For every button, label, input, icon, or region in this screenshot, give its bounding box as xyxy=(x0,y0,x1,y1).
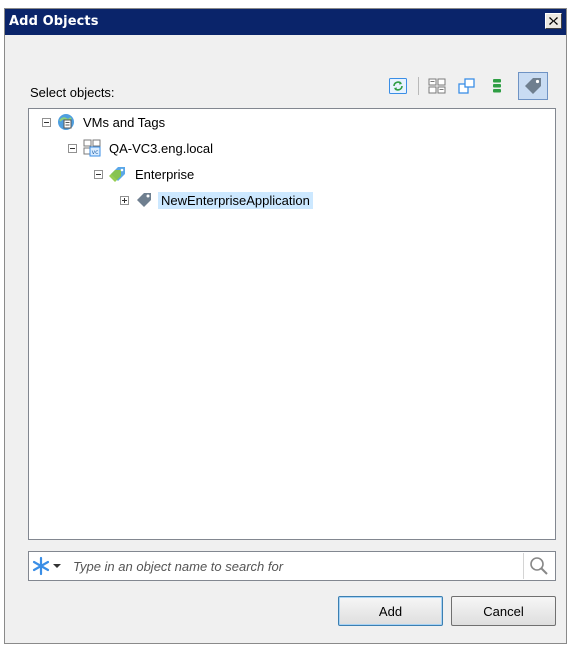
add-objects-dialog: Add Objects Select objects: VMs and Tags… xyxy=(4,8,567,644)
dialog-title: Add Objects xyxy=(9,14,99,29)
tree-node-label-selected: NewEnterpriseApplication xyxy=(158,191,313,209)
datastores-button[interactable] xyxy=(484,73,510,99)
refresh-icon xyxy=(389,78,407,94)
asterisk-icon xyxy=(32,556,50,576)
close-icon xyxy=(549,17,558,25)
tag-icon xyxy=(135,191,153,209)
tree-node-label: QA-VC3.eng.local xyxy=(109,140,214,156)
search-input[interactable] xyxy=(73,556,503,576)
search-box xyxy=(28,551,556,581)
search-button[interactable] xyxy=(523,553,554,579)
vms-and-tags-button[interactable] xyxy=(518,72,548,100)
tag-category-icon xyxy=(109,165,127,183)
view-toolbar xyxy=(381,72,556,103)
vms-and-tags-icon xyxy=(525,78,541,94)
refresh-button[interactable] xyxy=(385,73,411,99)
tree-node-enterprise[interactable]: Enterprise xyxy=(94,163,197,185)
vms-and-templates-button[interactable] xyxy=(454,73,480,99)
collapse-toggle[interactable] xyxy=(68,143,77,153)
hosts-and-clusters-button[interactable] xyxy=(424,73,450,99)
select-objects-label: Select objects: xyxy=(30,85,115,100)
vms-and-tags-root-icon xyxy=(57,113,75,131)
collapse-toggle[interactable] xyxy=(42,117,51,127)
cancel-button[interactable]: Cancel xyxy=(451,596,556,626)
hosts-and-clusters-icon xyxy=(428,78,446,94)
toolbar-separator xyxy=(418,77,419,95)
tree-node-new-enterprise-application[interactable]: NewEnterpriseApplication xyxy=(120,189,313,211)
chevron-down-icon xyxy=(53,564,61,568)
tree-node-vms-and-tags[interactable]: VMs and Tags xyxy=(42,111,168,133)
add-button[interactable]: Add xyxy=(338,596,443,626)
vcenter-server-icon: vc xyxy=(83,139,101,157)
close-button[interactable] xyxy=(545,13,562,29)
tree-node-label: VMs and Tags xyxy=(83,114,166,130)
search-scope-dropdown[interactable] xyxy=(31,555,67,577)
title-bar[interactable]: Add Objects xyxy=(5,9,566,35)
tree-node-vcenter[interactable]: vc QA-VC3.eng.local xyxy=(68,137,216,159)
svg-text:vc: vc xyxy=(92,149,99,156)
object-tree[interactable]: VMs and Tags vc QA-VC3.eng.local Enterpr… xyxy=(28,108,556,540)
search-icon xyxy=(530,557,548,575)
collapse-toggle[interactable] xyxy=(94,169,103,179)
tree-node-label: Enterprise xyxy=(135,166,195,182)
vms-and-templates-icon xyxy=(458,78,475,94)
expand-toggle[interactable] xyxy=(120,195,129,205)
datastores-icon xyxy=(493,79,501,93)
